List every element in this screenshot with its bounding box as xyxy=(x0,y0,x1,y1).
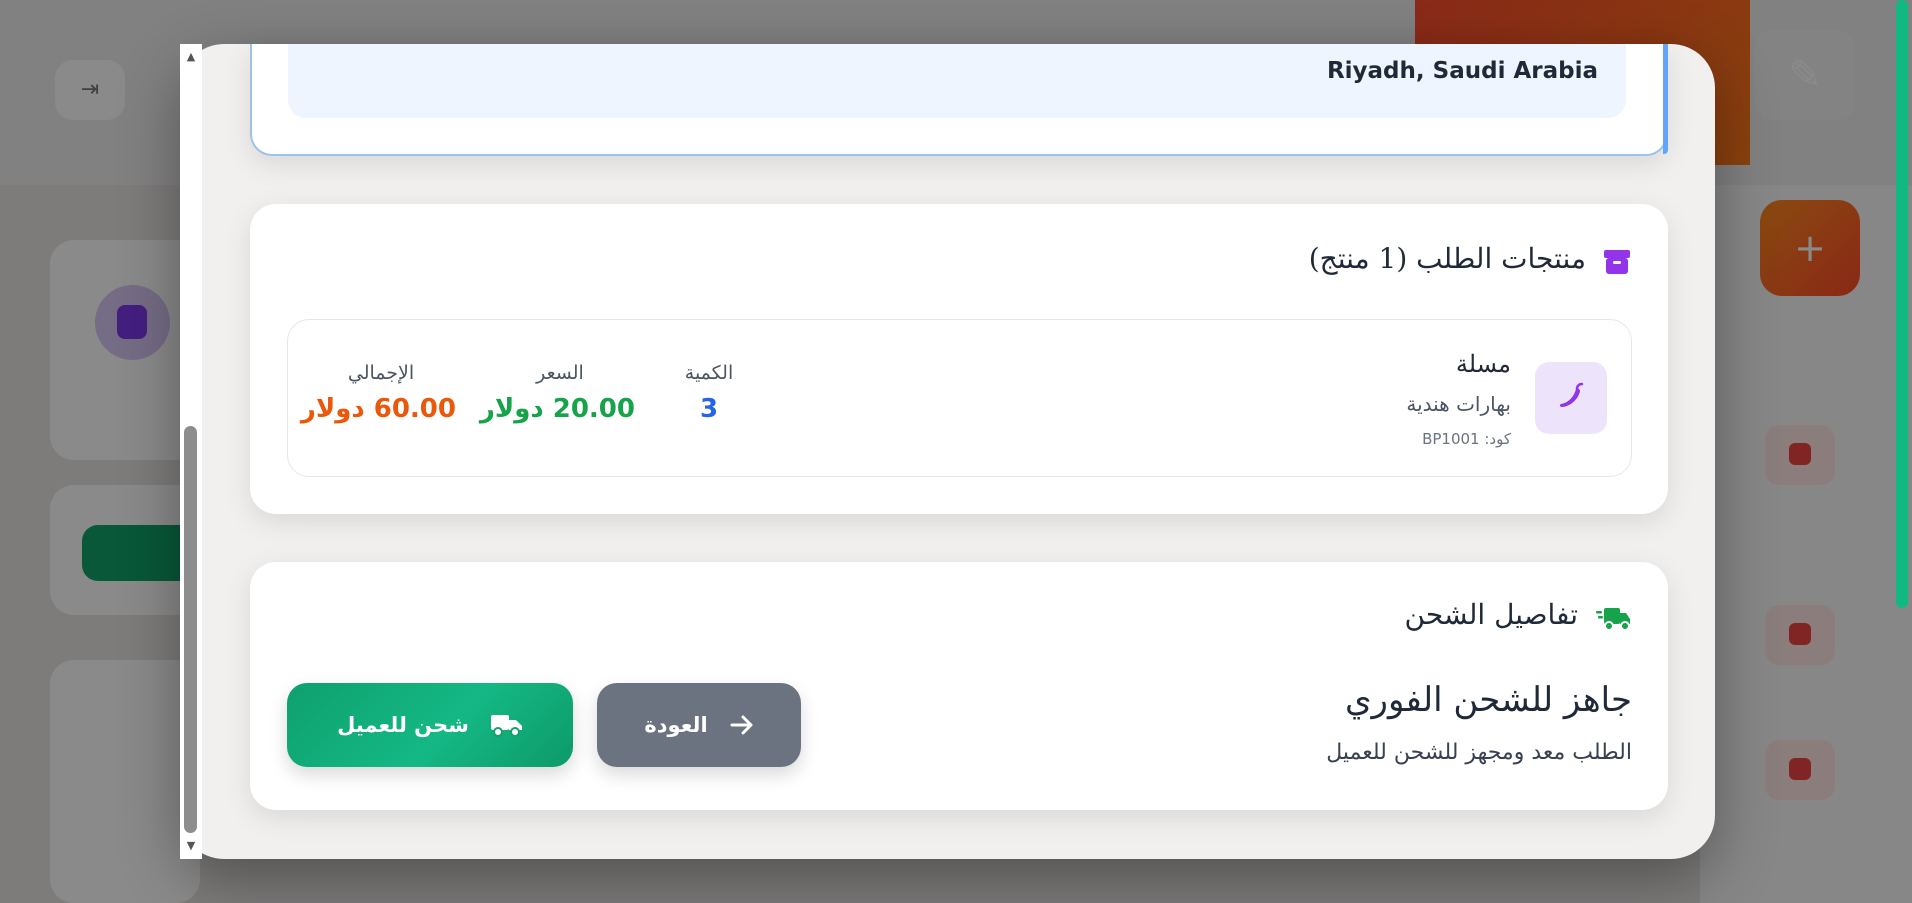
shipping-headline: جاهز للشحن الفوري xyxy=(1344,680,1632,720)
shipping-details-card: تفاصيل الشحن جاهز للشحن الفوري الطلب معد… xyxy=(250,562,1668,810)
modal-scrollbar[interactable]: ▲ ▼ xyxy=(180,44,202,859)
fast-truck-icon xyxy=(1596,608,1630,631)
address-accent-bar xyxy=(1663,44,1668,154)
total-label: الإجمالي xyxy=(347,362,415,384)
back-button[interactable]: العودة xyxy=(597,683,801,767)
truck-icon xyxy=(490,715,522,737)
ship-to-customer-button[interactable]: شحن للعميل xyxy=(287,683,573,767)
product-code: كود: BP1001 xyxy=(1422,430,1511,448)
back-button-label: العودة xyxy=(644,713,708,737)
total-stat: الإجمالي 60.00 دولار xyxy=(300,362,456,424)
quantity-value: 3 xyxy=(699,394,719,424)
product-category: بهارات هندية xyxy=(1406,392,1511,416)
address-box: Riyadh, Saudi Arabia xyxy=(288,44,1626,118)
total-value: 60.00 دولار xyxy=(300,394,456,424)
quantity-label: الكمية xyxy=(684,362,734,384)
quantity-stat: الكمية 3 xyxy=(659,362,759,424)
product-thumbnail xyxy=(1535,362,1607,434)
products-section-title: منتجات الطلب (1 منتج) xyxy=(1308,242,1586,275)
price-label: السعر xyxy=(536,362,584,384)
shipping-description: الطلب معد ومجهز للشحن للعميل xyxy=(1326,740,1632,765)
scroll-down-arrow-icon[interactable]: ▼ xyxy=(180,837,202,855)
arrow-right-icon xyxy=(730,715,753,735)
price-value: 20.00 دولار xyxy=(479,394,635,424)
ship-button-label: شحن للعميل xyxy=(337,713,469,737)
chili-pepper-icon xyxy=(1559,382,1584,407)
address-city-line: Riyadh, Saudi Arabia xyxy=(1326,58,1598,84)
price-stat: السعر 20.00 دولار xyxy=(479,362,635,424)
order-products-card: منتجات الطلب (1 منتج) مسلة بهارات هندية … xyxy=(250,204,1668,514)
page-scrollbar-thumb[interactable] xyxy=(1896,0,1908,608)
shipping-section-title: تفاصيل الشحن xyxy=(1404,598,1579,631)
modal-scrollbar-thumb[interactable] xyxy=(184,426,197,833)
box-icon xyxy=(1604,250,1630,274)
scroll-up-arrow-icon[interactable]: ▲ xyxy=(180,48,202,66)
product-row: مسلة بهارات هندية كود: BP1001 الكمية 3 ا… xyxy=(287,319,1632,477)
product-name: مسلة xyxy=(1455,350,1511,378)
address-card: Riyadh, Saudi Arabia xyxy=(250,44,1668,156)
